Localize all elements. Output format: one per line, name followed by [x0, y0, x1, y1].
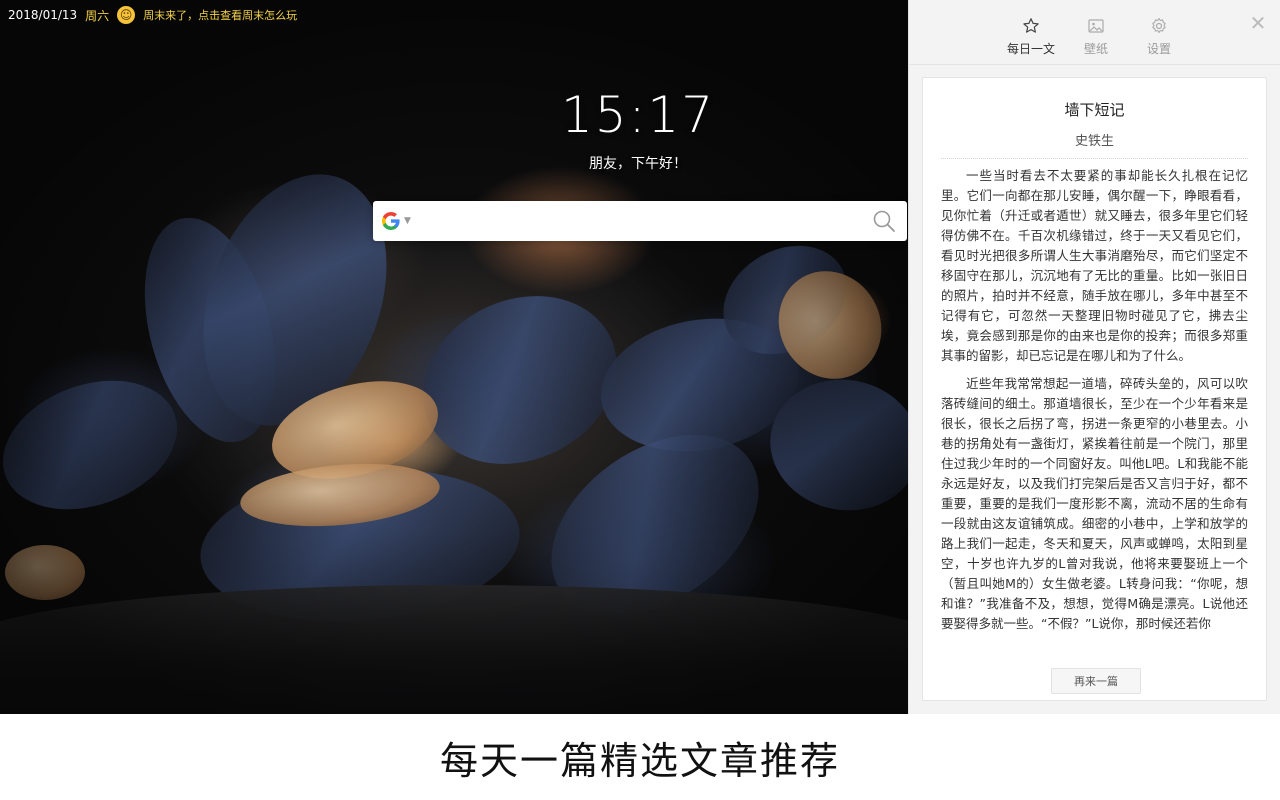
- article-body[interactable]: 一些当时看去不太要紧的事却能长久扎根在记忆里。它们一向都在那儿安睡，偶尔醒一下，…: [941, 166, 1248, 651]
- star-icon: [1023, 18, 1039, 33]
- panel-tabs: 每日一文 壁纸 设置 ✕: [909, 0, 1280, 65]
- tab-label: 设置: [1146, 42, 1171, 56]
- article-title: 墙下短记: [1064, 101, 1125, 119]
- search-icon[interactable]: [871, 208, 897, 234]
- engine-dropdown-icon[interactable]: ▼: [404, 216, 411, 226]
- close-icon[interactable]: ✕: [1249, 13, 1267, 33]
- tab-daily-article[interactable]: 每日一文: [1001, 16, 1061, 57]
- promo-caption: 每天一篇精选文章推荐: [0, 714, 1280, 800]
- article-card: 墙下短记 史铁生 一些当时看去不太要紧的事却能长久扎根在记忆里。它们一向都在那儿…: [922, 77, 1267, 701]
- search-input[interactable]: [420, 200, 871, 242]
- tab-label: 壁纸: [1083, 42, 1108, 56]
- article-paragraph: 近些年我常常想起一道墙，碎砖头垒的，风可以吹落砖缝间的细土。那道墙很长，至少在一…: [941, 376, 1248, 631]
- weekend-tip-link[interactable]: 周末来了，点击查看周末怎么玩: [143, 7, 297, 23]
- google-logo-icon[interactable]: [381, 211, 401, 231]
- tab-label: 每日一文: [1006, 42, 1055, 56]
- gear-icon: [1152, 17, 1166, 34]
- tab-wallpaper[interactable]: 壁纸: [1066, 16, 1126, 57]
- date-text: 2018/01/13: [8, 8, 78, 22]
- article-author: 史铁生: [1074, 134, 1114, 149]
- side-panel: 每日一文 壁纸 设置 ✕ 墙下短记 史铁生 一些当时看去不太要紧的事却能长久扎根…: [908, 0, 1280, 714]
- weekday-text: 周六: [85, 8, 110, 23]
- search-bar[interactable]: ▼: [373, 200, 907, 242]
- smiley-icon[interactable]: ☺: [117, 6, 136, 24]
- another-article-button[interactable]: 再来一篇: [1051, 668, 1141, 694]
- tab-settings[interactable]: 设置: [1129, 16, 1189, 57]
- article-divider: [941, 158, 1248, 159]
- image-icon: [1088, 19, 1104, 33]
- top-info-bar: 2018/01/13 周六 ☺ 周末来了，点击查看周末怎么玩: [0, 0, 297, 30]
- article-paragraph: 一些当时看去不太要紧的事却能长久扎根在记忆里。它们一向都在那儿安睡，偶尔醒一下，…: [941, 168, 1248, 363]
- article-fade: [941, 626, 1248, 654]
